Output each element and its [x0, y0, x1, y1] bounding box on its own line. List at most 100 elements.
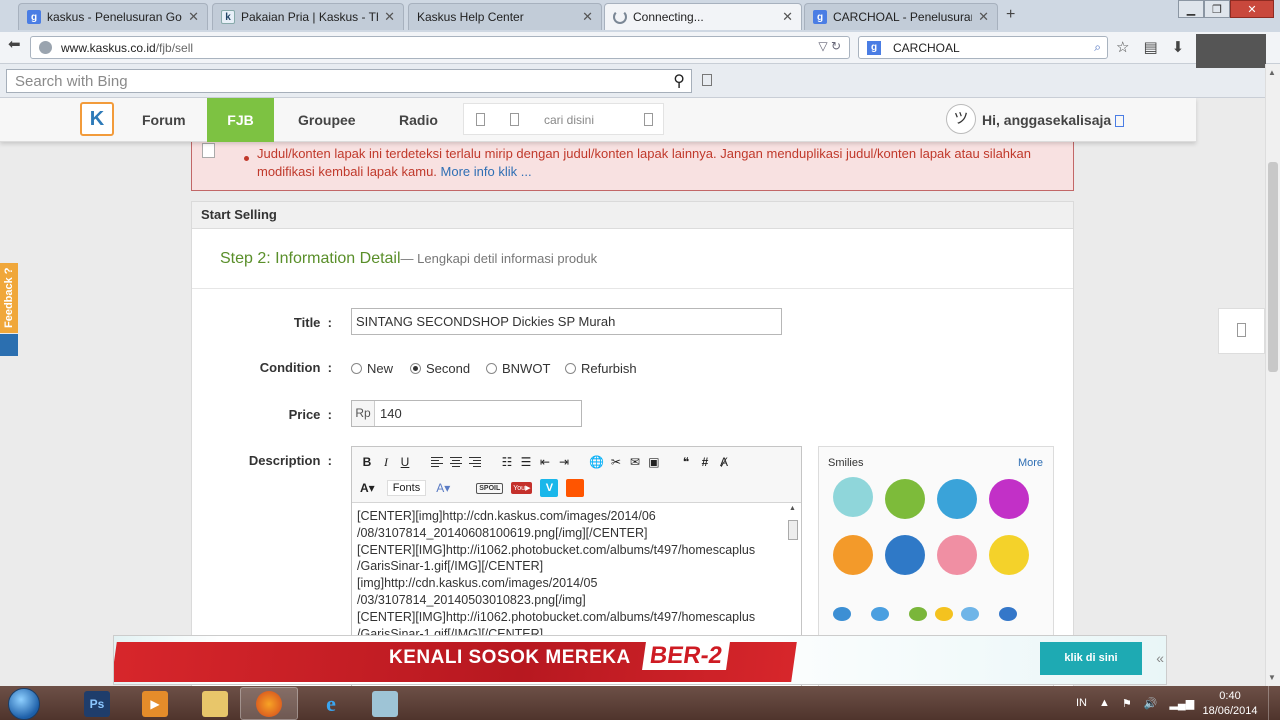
reload-icon[interactable]: ▽ ↻: [818, 39, 841, 53]
nav-groupee[interactable]: Groupee: [298, 98, 356, 142]
taskbar-ie[interactable]: e: [302, 687, 360, 720]
smiley-angry-icon[interactable]: [833, 535, 873, 575]
search-category-icon[interactable]: [476, 113, 485, 126]
downloads-icon[interactable]: ⬇: [1172, 38, 1185, 56]
mini-smiley-icon[interactable]: [961, 607, 979, 621]
outdent-icon[interactable]: ⇤: [538, 454, 552, 470]
search-bar[interactable]: g CARCHOAL ⌕: [858, 36, 1108, 59]
network-icon[interactable]: ▂▄▆: [1169, 697, 1194, 710]
kaskus-logo[interactable]: K: [80, 102, 114, 136]
email-icon[interactable]: ✉: [628, 454, 642, 470]
search-filter-icon[interactable]: [510, 113, 519, 126]
code-icon[interactable]: #: [698, 454, 712, 470]
bold-icon[interactable]: B: [360, 454, 374, 470]
bing-search-input[interactable]: Search with Bing ⚲: [6, 69, 692, 93]
language-indicator[interactable]: IN: [1076, 697, 1087, 709]
unlink-icon[interactable]: ✂: [609, 454, 623, 470]
taskbar-explorer[interactable]: [186, 687, 244, 720]
scroll-up-icon[interactable]: ▲: [789, 505, 796, 512]
close-icon[interactable]: ✕: [978, 9, 989, 25]
start-button[interactable]: [8, 688, 40, 720]
close-icon[interactable]: ✕: [188, 9, 199, 25]
browser-tab-1[interactable]: g kaskus - Penelusuran Google ✕: [18, 3, 208, 30]
user-menu-icon[interactable]: [1115, 115, 1125, 128]
close-icon[interactable]: ✕: [384, 9, 395, 25]
bullet-list-icon[interactable]: ☷: [500, 454, 514, 470]
align-center-icon[interactable]: [449, 454, 463, 470]
feedback-tab[interactable]: Feedback ?: [0, 263, 18, 333]
price-input[interactable]: Rp 140: [351, 400, 582, 427]
close-icon[interactable]: ✕: [582, 9, 593, 25]
link-icon[interactable]: 🌐: [589, 454, 604, 470]
scroll-thumb[interactable]: [1268, 162, 1278, 372]
smiley-yellow-icon[interactable]: [989, 535, 1029, 575]
condition-radio-second[interactable]: Second: [410, 361, 470, 376]
vimeo-icon[interactable]: V: [540, 479, 559, 497]
minimize-icon[interactable]: ▁: [1178, 0, 1204, 18]
back-icon[interactable]: ⬅: [8, 35, 21, 53]
search-icon[interactable]: [644, 113, 653, 126]
browser-tab-2[interactable]: k Pakaian Pria | Kaskus - The ... ✕: [212, 3, 404, 30]
scroll-up-icon[interactable]: ▲: [1268, 68, 1276, 77]
taskbar-media-player[interactable]: ▶: [126, 687, 184, 720]
nav-forum[interactable]: Forum: [142, 98, 186, 142]
mini-smiley-icon[interactable]: [833, 607, 851, 621]
radio-button[interactable]: [351, 363, 362, 374]
italic-icon[interactable]: I: [379, 454, 393, 470]
tray-expand-icon[interactable]: ▲: [1099, 697, 1110, 709]
ad-banner[interactable]: KENALI SOSOK MEREKA BER-2 klik di sini «: [113, 635, 1167, 685]
textarea-scrollbar[interactable]: ▲: [787, 505, 799, 645]
underline-icon[interactable]: U: [398, 454, 412, 470]
site-identity-icon[interactable]: [39, 41, 52, 54]
font-size-icon[interactable]: A▾: [436, 480, 450, 496]
condition-radio-bnwot[interactable]: BNWOT: [486, 361, 550, 376]
scroll-thumb[interactable]: [788, 520, 798, 540]
address-bar[interactable]: www.kaskus.co.id/fjb/sell ▽ ↻: [30, 36, 850, 59]
system-clock[interactable]: 0:40 18/06/2014: [1200, 689, 1260, 719]
radio-button-selected[interactable]: [410, 363, 421, 374]
mini-smiley-icon[interactable]: [909, 607, 927, 621]
page-scrollbar[interactable]: ▲ ▼: [1265, 64, 1280, 686]
browser-tab-3[interactable]: Kaskus Help Center ✕: [408, 3, 602, 30]
close-icon[interactable]: ✕: [782, 9, 793, 25]
bookmarks-list-icon[interactable]: ▤: [1143, 38, 1157, 56]
feedback-icon[interactable]: [0, 334, 18, 356]
smiley-shocked-icon[interactable]: [833, 477, 873, 517]
collapse-icon[interactable]: «: [1156, 650, 1164, 666]
indent-icon[interactable]: ⇥: [557, 454, 571, 470]
youtube-icon[interactable]: You▶: [511, 482, 533, 494]
scroll-down-icon[interactable]: ▼: [1268, 673, 1276, 682]
smiley-blue-icon[interactable]: [937, 479, 977, 519]
bookmark-star-icon[interactable]: ☆: [1116, 38, 1129, 56]
remove-format-icon[interactable]: Ⱥ: [717, 454, 731, 470]
volume-icon[interactable]: 🔊: [1144, 697, 1158, 710]
browser-tab-5[interactable]: g CARCHOAL - Penelusuran ... ✕: [804, 3, 998, 30]
flag-icon[interactable]: ⚑: [1122, 697, 1132, 710]
side-widget[interactable]: [1218, 308, 1265, 354]
condition-radio-new[interactable]: New: [351, 361, 393, 376]
smiley-pink-icon[interactable]: [937, 535, 977, 575]
ad-cta-button[interactable]: klik di sini: [1040, 642, 1142, 675]
extension-icon[interactable]: [702, 74, 712, 86]
show-desktop-button[interactable]: [1268, 686, 1280, 720]
mini-smiley-icon[interactable]: [935, 607, 953, 621]
align-right-icon[interactable]: [468, 454, 482, 470]
title-input[interactable]: SINTANG SECONDSHOP Dickies SP Murah: [351, 308, 782, 335]
spoiler-icon[interactable]: SPOIL: [476, 482, 504, 494]
more-info-link[interactable]: More info klik ...: [441, 164, 532, 179]
smilies-more-link[interactable]: More: [1018, 457, 1043, 469]
avatar[interactable]: ツ: [946, 104, 976, 134]
window-close-icon[interactable]: ✕: [1230, 0, 1274, 18]
fonts-dropdown[interactable]: Fonts: [386, 480, 427, 496]
kaskus-search-box[interactable]: cari disini: [463, 103, 664, 135]
numbered-list-icon[interactable]: ☰: [519, 454, 533, 470]
nav-radio[interactable]: Radio: [399, 98, 438, 142]
radio-button[interactable]: [565, 363, 576, 374]
mini-smiley-icon[interactable]: [999, 607, 1017, 621]
taskbar-app[interactable]: [356, 687, 414, 720]
taskbar-firefox[interactable]: [240, 687, 298, 720]
browser-tab-4[interactable]: Connecting... ✕: [604, 3, 802, 30]
taskbar-photoshop[interactable]: Ps: [68, 687, 126, 720]
align-left-icon[interactable]: [430, 454, 444, 470]
smiley-excited-icon[interactable]: [885, 479, 925, 519]
